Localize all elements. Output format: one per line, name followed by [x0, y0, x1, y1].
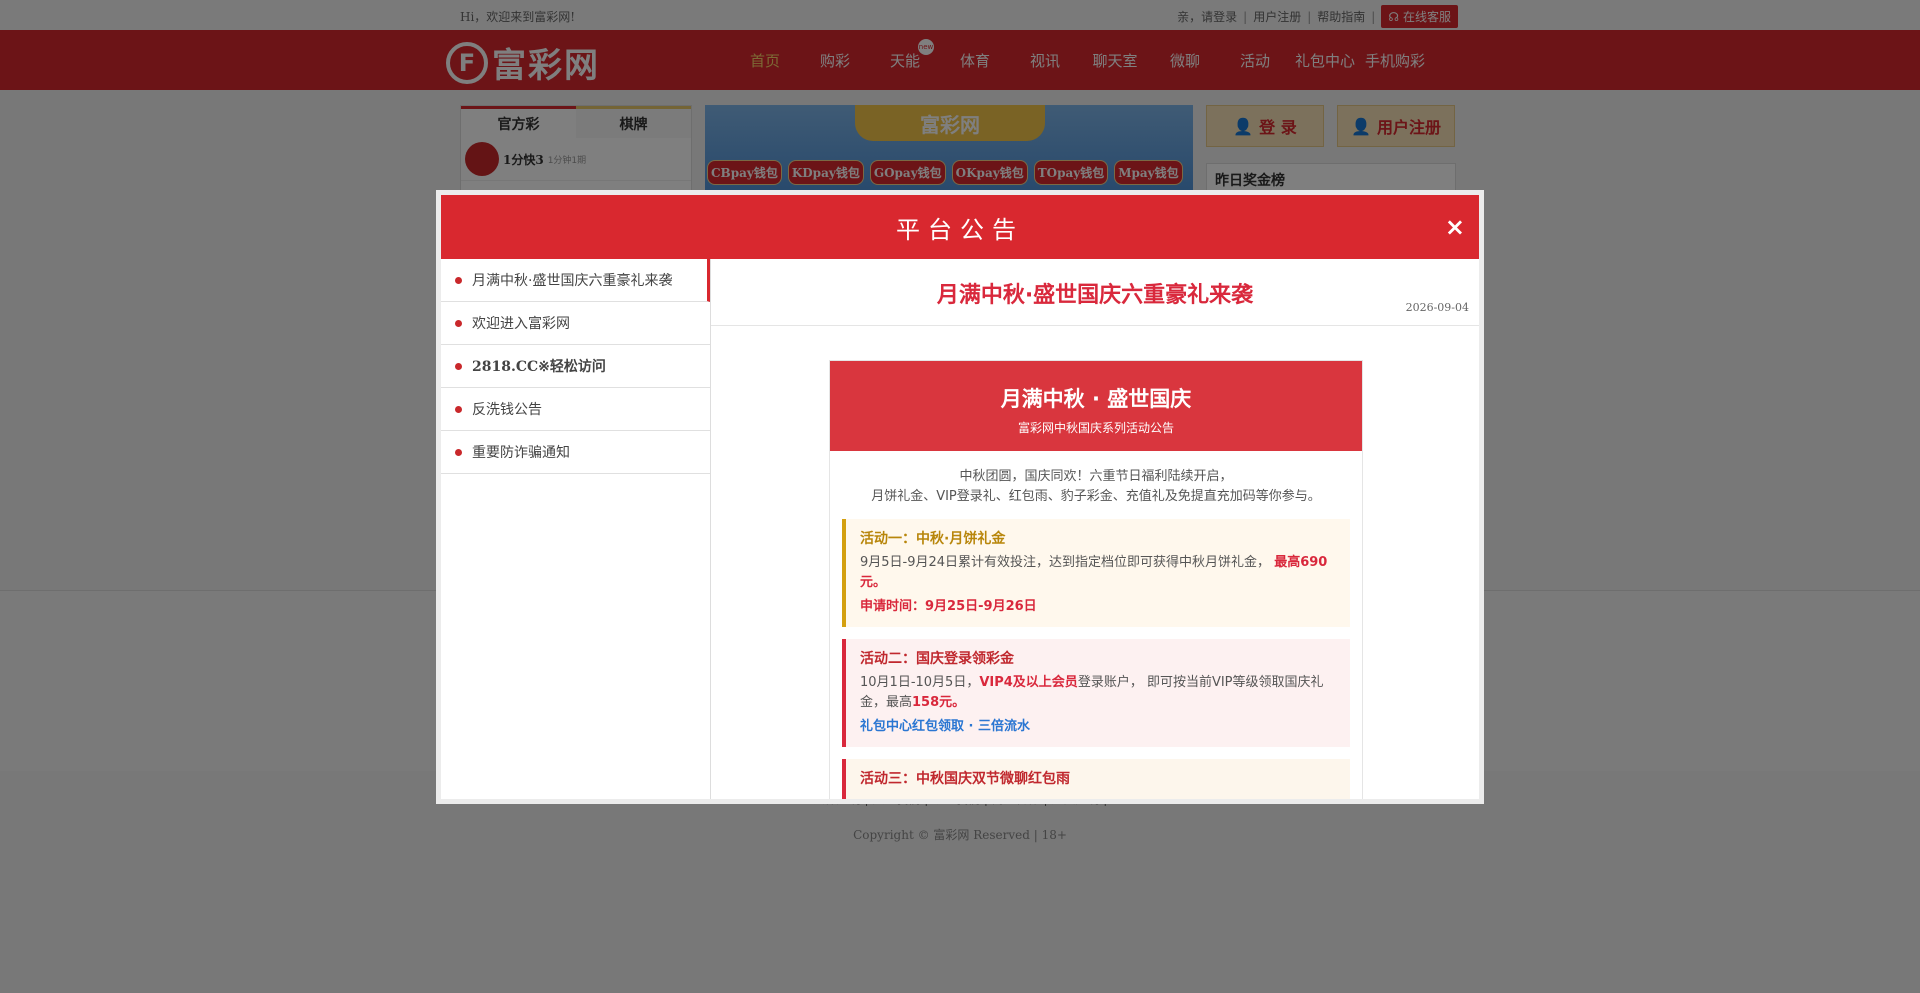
- modal-header: 平台公告 ×: [441, 195, 1479, 259]
- activity-highlight: VIP4及以上会员: [979, 675, 1078, 690]
- close-icon[interactable]: ×: [1445, 213, 1465, 241]
- activity-desc: 10月1日-10月5日，: [860, 675, 980, 690]
- promo-intro: 中秋团圆，国庆同欢！六重节日福利陆续开启， 月饼礼金、VIP登录礼、红包雨、豹子…: [830, 467, 1362, 507]
- announcement-modal: 平台公告 × 月满中秋·盛世国庆六重豪礼来袭 欢迎进入富彩网 2818.CC※轻…: [436, 190, 1484, 804]
- activity-apply-time: 申请时间：9月25日-9月26日: [860, 599, 1037, 614]
- notice-item[interactable]: 欢迎进入富彩网: [441, 302, 710, 345]
- notice-detail: 月满中秋·盛世国庆六重豪礼来袭 2026-09-04 月满中秋 · 盛世国庆 富…: [711, 259, 1479, 799]
- notice-label: 重要防诈骗通知: [472, 445, 570, 461]
- notice-label: 反洗钱公告: [472, 402, 542, 418]
- notice-date: 2026-09-04: [1405, 301, 1469, 314]
- notice-item[interactable]: 反洗钱公告: [441, 388, 710, 431]
- bullet-icon: [455, 362, 462, 370]
- notice-item[interactable]: 重要防诈骗通知: [441, 431, 710, 474]
- bullet-icon: [455, 405, 462, 413]
- notice-item[interactable]: 2818.CC※轻松访问: [441, 345, 710, 388]
- promo-card-header: 月满中秋 · 盛世国庆 富彩网中秋国庆系列活动公告: [830, 361, 1362, 451]
- activity-title: 活动三：中秋国庆双节微聊红包雨: [860, 771, 1070, 787]
- activity-title: 活动二：国庆登录领彩金: [860, 651, 1014, 667]
- promo-card-subtitle: 富彩网中秋国庆系列活动公告: [1017, 421, 1174, 435]
- notice-item[interactable]: 月满中秋·盛世国庆六重豪礼来袭: [441, 259, 710, 302]
- notice-title: 月满中秋·盛世国庆六重豪礼来袭: [936, 283, 1254, 308]
- activity-desc: 9月5日-9月24日累计有效投注，达到指定档位即可获得中秋月饼礼金，: [860, 555, 1271, 570]
- notice-label: 欢迎进入富彩网: [472, 316, 570, 332]
- activity-title: 活动一：中秋·月饼礼金: [860, 531, 1006, 547]
- intro-line: 月饼礼金、VIP登录礼、红包雨、豹子彩金、充值礼及免提直充加码等你参与。: [871, 489, 1321, 504]
- notice-label: 2818.CC※轻松访问: [472, 359, 606, 375]
- divider: [711, 325, 1479, 326]
- bullet-icon: [455, 276, 462, 284]
- activity-link[interactable]: 礼包中心红包领取 · 三倍流水: [860, 717, 1336, 737]
- activity-block: 活动一：中秋·月饼礼金 9月5日-9月24日累计有效投注，达到指定档位即可获得中…: [842, 519, 1350, 627]
- notice-list: 月满中秋·盛世国庆六重豪礼来袭 欢迎进入富彩网 2818.CC※轻松访问 反洗钱…: [441, 259, 711, 799]
- activity-text: 10月1日-10月5日，VIP4及以上会员登录账户， 即可按当前VIP等级领取国…: [860, 673, 1336, 713]
- activity-block: 活动二：国庆登录领彩金 10月1日-10月5日，VIP4及以上会员登录账户， 即…: [842, 639, 1350, 747]
- promo-card: 月满中秋 · 盛世国庆 富彩网中秋国庆系列活动公告 中秋团圆，国庆同欢！六重节日…: [829, 360, 1363, 799]
- notice-label: 月满中秋·盛世国庆六重豪礼来袭: [472, 273, 673, 289]
- modal-title: 平台公告: [896, 215, 1024, 244]
- bullet-icon: [455, 319, 462, 327]
- activity-highlight: 158元。: [912, 695, 966, 710]
- activity-block: 活动三：中秋国庆双节微聊红包雨: [842, 759, 1350, 799]
- bullet-icon: [455, 448, 462, 456]
- promo-card-title: 月满中秋 · 盛世国庆: [1000, 387, 1192, 411]
- intro-line: 中秋团圆，国庆同欢！六重节日福利陆续开启，: [959, 469, 1233, 484]
- activity-text: 9月5日-9月24日累计有效投注，达到指定档位即可获得中秋月饼礼金， 最高690…: [860, 553, 1336, 593]
